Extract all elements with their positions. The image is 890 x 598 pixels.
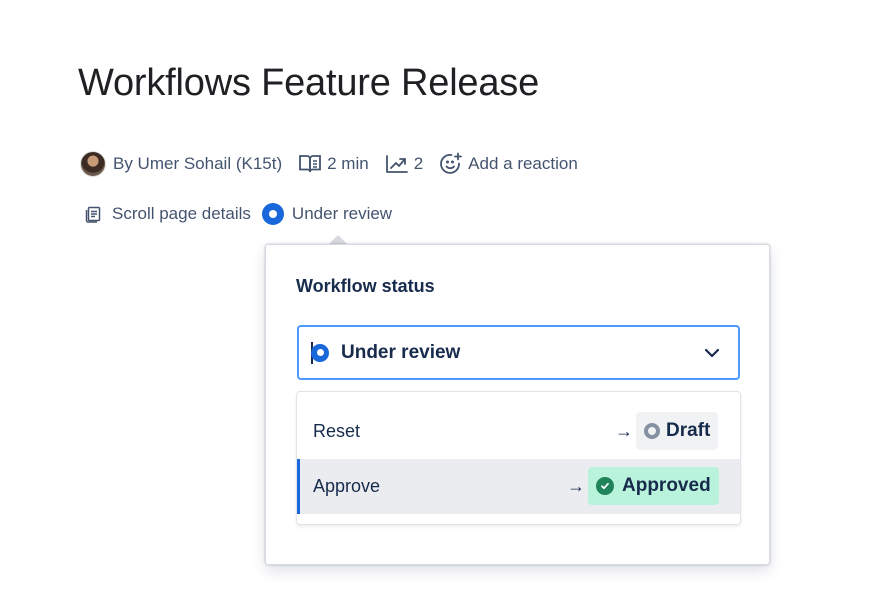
transition-option-reset[interactable]: Reset → Draft <box>297 404 740 459</box>
transition-action[interactable]: Approve <box>313 476 380 497</box>
transition-action[interactable]: Reset <box>313 421 360 442</box>
target-status: Approved <box>622 475 711 496</box>
scroll-page-details-label[interactable]: Scroll page details <box>112 204 251 224</box>
transition-menu: Reset → Draft Approve → Approved <box>296 391 741 525</box>
emoji-add-icon <box>440 152 463 174</box>
workflow-status-label[interactable]: Under review <box>292 204 392 224</box>
views-count[interactable]: 2 <box>414 154 423 174</box>
transition-option-approve[interactable]: Approve → Approved <box>297 459 740 514</box>
scroll-page-details-link[interactable]: Scroll page details <box>84 204 251 224</box>
workflow-status-popover: Workflow status Under review Reset → Dra… <box>265 244 770 565</box>
arrow-right-icon: → <box>615 421 633 441</box>
status-lozenge-approved: Approved <box>588 467 719 505</box>
page-details-icon <box>85 206 101 223</box>
status-lozenge-draft: Draft <box>636 412 719 450</box>
author-name[interactable]: By Umer Sohail (K15t) <box>113 154 282 174</box>
status-dot-icon <box>261 203 284 225</box>
trend-up-icon <box>385 155 408 173</box>
page-byline: By Umer Sohail (K15t) 2 min 2 Add a reac… <box>80 150 594 178</box>
check-circle-icon <box>596 477 614 495</box>
page-title: Workflows Feature Release <box>78 62 540 104</box>
workflow-status-trigger[interactable]: Under review <box>261 203 392 225</box>
selected-status[interactable]: Under review <box>341 342 460 364</box>
status-select[interactable]: Under review <box>297 325 740 380</box>
status-ring-icon <box>644 423 660 439</box>
arrow-right-icon: → <box>567 476 585 496</box>
add-reaction-button[interactable]: Add a reaction <box>439 152 578 176</box>
page-details-row: Scroll page details Under review <box>84 200 392 228</box>
add-reaction-label[interactable]: Add a reaction <box>468 154 578 174</box>
page-views[interactable]: 2 <box>385 153 423 175</box>
chevron-down-icon[interactable] <box>702 343 722 363</box>
author-link[interactable]: By Umer Sohail (K15t) <box>80 151 282 177</box>
popover-title: Workflow status <box>296 276 435 296</box>
read-time-label: 2 min <box>327 154 369 173</box>
status-dot-icon <box>311 343 329 362</box>
avatar[interactable] <box>80 151 106 177</box>
target-status: Draft <box>666 420 711 441</box>
read-time: 2 min <box>298 153 369 175</box>
book-open-icon <box>299 155 322 173</box>
